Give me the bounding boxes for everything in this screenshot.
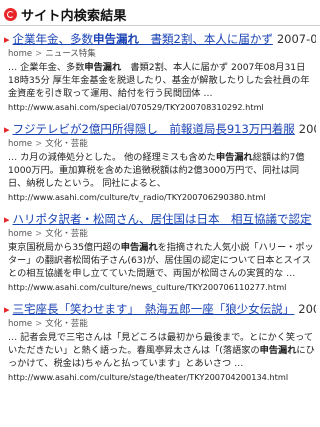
result-snippet: 東京国税局から35億円超の申告漏れを指摘された人気小説「ハリー・ポッター」の翻訳…	[8, 242, 314, 279]
breadcrumb-separator-icon: >	[35, 319, 43, 329]
result-title-link[interactable]: 企業年金、多数申告漏れ 書類2割、本人に届かず	[13, 32, 273, 47]
result-title-line: ▸ 三宅座長「笑わせます」 熱海五郎一座「狼少女伝説」 2007-06-09	[4, 302, 316, 317]
result-title-line: ▸ 企業年金、多数申告漏れ 書類2割、本人に届かず 2007-09-28	[4, 32, 316, 47]
result-url: http://www.asahi.com/culture/stage/theat…	[8, 372, 289, 382]
breadcrumb-separator-icon: >	[35, 229, 43, 239]
breadcrumb-separator-icon: >	[35, 139, 43, 149]
breadcrumb: home > ニュース特集	[8, 48, 316, 60]
breadcrumb: home > 文化・芸能	[8, 228, 316, 240]
result-snippet: … 記者会見で三宅さんは「見どころは最初から最後まで。とにかく笑っていただきたい…	[8, 332, 315, 369]
search-result: ▸ 企業年金、多数申告漏れ 書類2割、本人に届かず 2007-09-28 hom…	[4, 32, 316, 113]
breadcrumb-separator-icon: >	[35, 49, 43, 59]
breadcrumb-home[interactable]: home	[8, 49, 32, 59]
result-title-link[interactable]: 三宅座長「笑わせます」 熱海五郎一座「狼少女伝説」	[13, 302, 295, 317]
breadcrumb-section[interactable]: 文化・芸能	[45, 319, 88, 329]
breadcrumb-home[interactable]: home	[8, 229, 32, 239]
breadcrumb-section[interactable]: ニュース特集	[45, 49, 96, 59]
bullet-arrow-icon: ▸	[4, 303, 10, 316]
result-snippet: … カ月の減俸処分とした。 他の経理ミスも含めた申告漏れ総額は約7億1000万円…	[8, 152, 305, 189]
result-snippet: … 企業年金、多数申告漏れ 書類2割、本人に届かず 2007年08月31日18時…	[8, 62, 310, 99]
result-title-line: ▸ ハリポタ訳者・松岡さん、居住国は日本 相互協議で認定 2007-06-12	[4, 212, 316, 227]
result-date: 2007-06-30	[298, 122, 316, 136]
search-result: ▸ フジテレビが2億円所得隠し 前報道局長913万円着服 2007-06-30 …	[4, 122, 316, 203]
asahi-logo-icon[interactable]	[4, 7, 17, 21]
breadcrumb: home > 文化・芸能	[8, 318, 316, 330]
result-title-link[interactable]: ハリポタ訳者・松岡さん、居住国は日本 相互協議で認定	[13, 212, 312, 227]
bullet-arrow-icon: ▸	[4, 33, 10, 46]
breadcrumb-section[interactable]: 文化・芸能	[45, 229, 88, 239]
result-date: 2007-09-28	[276, 32, 316, 46]
result-date: 2007-06-09	[298, 302, 316, 316]
result-title-link[interactable]: フジテレビが2億円所得隠し 前報道局長913万円着服	[13, 122, 295, 137]
page-header: サイト内検索結果	[0, 0, 320, 26]
breadcrumb-section[interactable]: 文化・芸能	[45, 139, 88, 149]
result-url: http://www.asahi.com/special/070529/TKY2…	[8, 102, 264, 112]
bullet-arrow-icon: ▸	[4, 213, 10, 226]
result-title-line: ▸ フジテレビが2億円所得隠し 前報道局長913万円着服 2007-06-30	[4, 122, 316, 137]
result-url: http://www.asahi.com/culture/news_cultur…	[8, 282, 287, 292]
result-url: http://www.asahi.com/culture/tv_radio/TK…	[8, 192, 266, 202]
search-result: ▸ 三宅座長「笑わせます」 熱海五郎一座「狼少女伝説」 2007-06-09 h…	[4, 302, 316, 383]
search-result: ▸ ハリポタ訳者・松岡さん、居住国は日本 相互協議で認定 2007-06-12 …	[4, 212, 316, 293]
page-title: サイト内検索結果	[21, 8, 127, 24]
breadcrumb: home > 文化・芸能	[8, 138, 316, 150]
breadcrumb-home[interactable]: home	[8, 319, 32, 329]
breadcrumb-home[interactable]: home	[8, 139, 32, 149]
bullet-arrow-icon: ▸	[4, 123, 10, 136]
search-results-list: ▸ 企業年金、多数申告漏れ 書類2割、本人に届かず 2007-09-28 hom…	[0, 32, 320, 383]
